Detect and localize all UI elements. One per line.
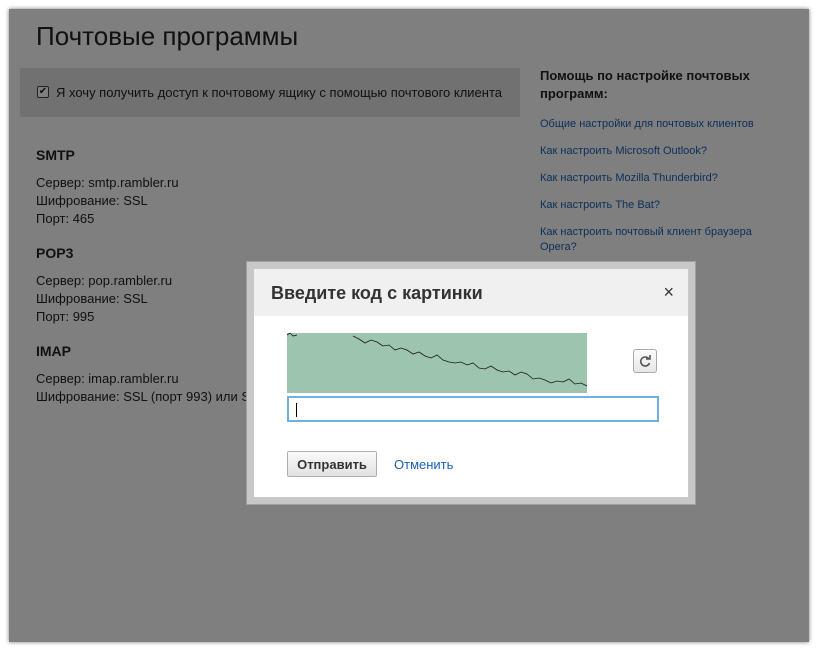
refresh-captcha-button[interactable] bbox=[633, 349, 657, 373]
captcha-dialog: Введите код с картинки × Отправить Отмен… bbox=[254, 269, 688, 497]
cancel-link[interactable]: Отменить bbox=[394, 457, 453, 472]
text-cursor bbox=[296, 403, 297, 417]
dialog-title: Введите код с картинки bbox=[271, 283, 483, 303]
close-icon[interactable]: × bbox=[663, 282, 674, 302]
captcha-input[interactable] bbox=[287, 396, 659, 422]
captcha-dialog-frame: Введите код с картинки × Отправить Отмен… bbox=[246, 261, 696, 505]
refresh-icon bbox=[639, 355, 651, 367]
captcha-image bbox=[286, 332, 594, 394]
dialog-header: Введите код с картинки × bbox=[254, 269, 688, 316]
submit-button[interactable]: Отправить bbox=[287, 451, 377, 477]
browser-page: Почтовые программы ✔ Я хочу получить дос… bbox=[9, 9, 809, 642]
captcha-noise-line bbox=[286, 332, 594, 394]
